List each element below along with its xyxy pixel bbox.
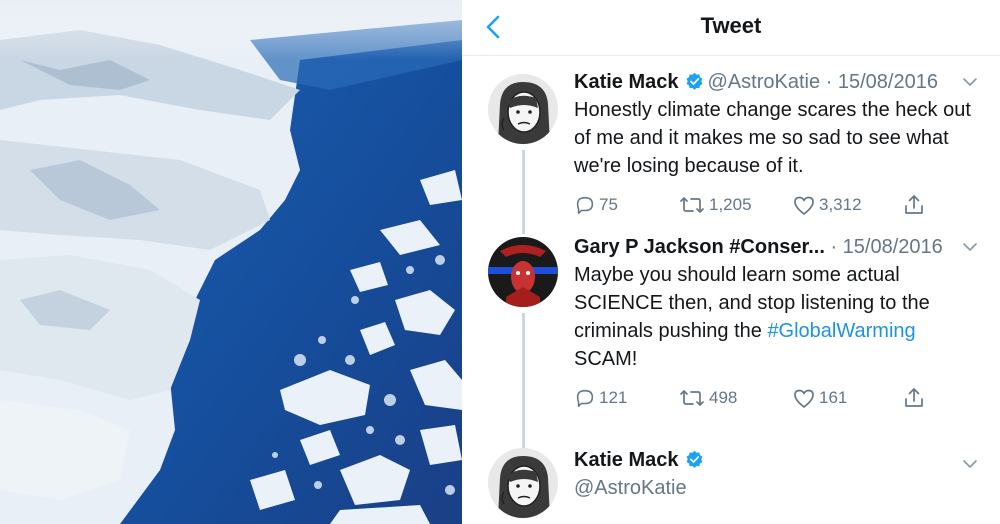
chevron-down-icon[interactable] <box>962 241 978 253</box>
reply-count: 75 <box>599 195 618 214</box>
heart-icon <box>794 389 814 408</box>
heart-icon <box>794 196 814 215</box>
reply-button[interactable]: 75 <box>574 192 618 218</box>
verified-badge-icon <box>686 450 702 468</box>
tweet-katie-1[interactable]: Katie Mack @AstroKatie · 15/08/2016 Hones… <box>462 68 1000 234</box>
thread-connector <box>522 150 525 234</box>
separator-dot: · <box>824 236 843 258</box>
tweet-header: Katie Mack <box>574 446 986 474</box>
tweet-date: 15/08/2016 <box>842 236 943 258</box>
tweet-header: Gary P Jackson #Conser... · 15/08/2016 <box>574 233 986 261</box>
tweet-text: Maybe you should learn some actual SCIEN… <box>574 261 984 373</box>
sea-ice-image <box>0 0 462 524</box>
author-name[interactable]: Katie Mack <box>574 449 679 471</box>
page-title: Tweet <box>700 13 762 38</box>
retweet-icon <box>680 390 704 406</box>
avatar-katie[interactable] <box>488 74 558 144</box>
retweet-button[interactable]: 498 <box>678 385 737 411</box>
like-button[interactable]: 161 <box>792 385 847 411</box>
share-icon <box>905 195 923 214</box>
retweet-button[interactable]: 1,205 <box>678 192 752 218</box>
reply-button[interactable]: 121 <box>574 385 627 411</box>
share-icon <box>905 388 923 407</box>
retweet-count: 1,205 <box>709 195 752 214</box>
tweet-header: Katie Mack @AstroKatie · 15/08/2016 <box>574 68 986 96</box>
separator-dot: · <box>820 71 838 93</box>
verified-badge-icon <box>686 72 702 90</box>
author-handle[interactable]: @AstroKatie <box>574 474 984 502</box>
like-count: 161 <box>819 388 848 407</box>
author-handle[interactable]: @AstroKatie <box>708 71 821 93</box>
arctic-aerial-photo <box>0 0 462 524</box>
author-name[interactable]: Gary P Jackson #Conser... <box>574 236 825 258</box>
tweet-gary[interactable]: Gary P Jackson #Conser... · 15/08/2016 M… <box>462 233 1000 449</box>
author-name[interactable]: Katie Mack <box>574 71 679 93</box>
tweet-date: 15/08/2016 <box>837 71 938 93</box>
hashtag-link[interactable]: #GlobalWarming <box>767 320 915 342</box>
retweet-count: 498 <box>709 388 738 407</box>
avatar-katie[interactable] <box>488 448 558 518</box>
tweet-detail-pane: Tweet Katie Mack @AstroKatie · 15/08/2016… <box>462 0 1000 524</box>
retweet-icon <box>680 197 704 213</box>
share-button[interactable] <box>902 385 929 411</box>
author-handle-text: @AstroKatie <box>574 477 687 499</box>
share-button[interactable] <box>902 192 929 218</box>
tweet-actions: 121 498 161 <box>574 385 994 411</box>
like-button[interactable]: 3,312 <box>792 192 862 218</box>
tweet-text-part: SCAM! <box>574 348 638 370</box>
reply-count: 121 <box>599 388 628 407</box>
tweet-katie-2[interactable]: Katie Mack @AstroKatie <box>462 444 1000 524</box>
reply-icon <box>576 389 594 408</box>
thread-connector <box>522 313 525 449</box>
chevron-down-icon[interactable] <box>962 76 978 88</box>
top-bar: Tweet <box>462 0 1000 56</box>
like-count: 3,312 <box>819 195 862 214</box>
avatar-gary[interactable] <box>488 237 558 307</box>
tweet-actions: 75 1,205 3,312 <box>574 192 994 218</box>
chevron-down-icon[interactable] <box>962 458 978 470</box>
reply-icon <box>576 196 594 215</box>
tweet-text: Honestly climate change scares the heck … <box>574 99 971 177</box>
